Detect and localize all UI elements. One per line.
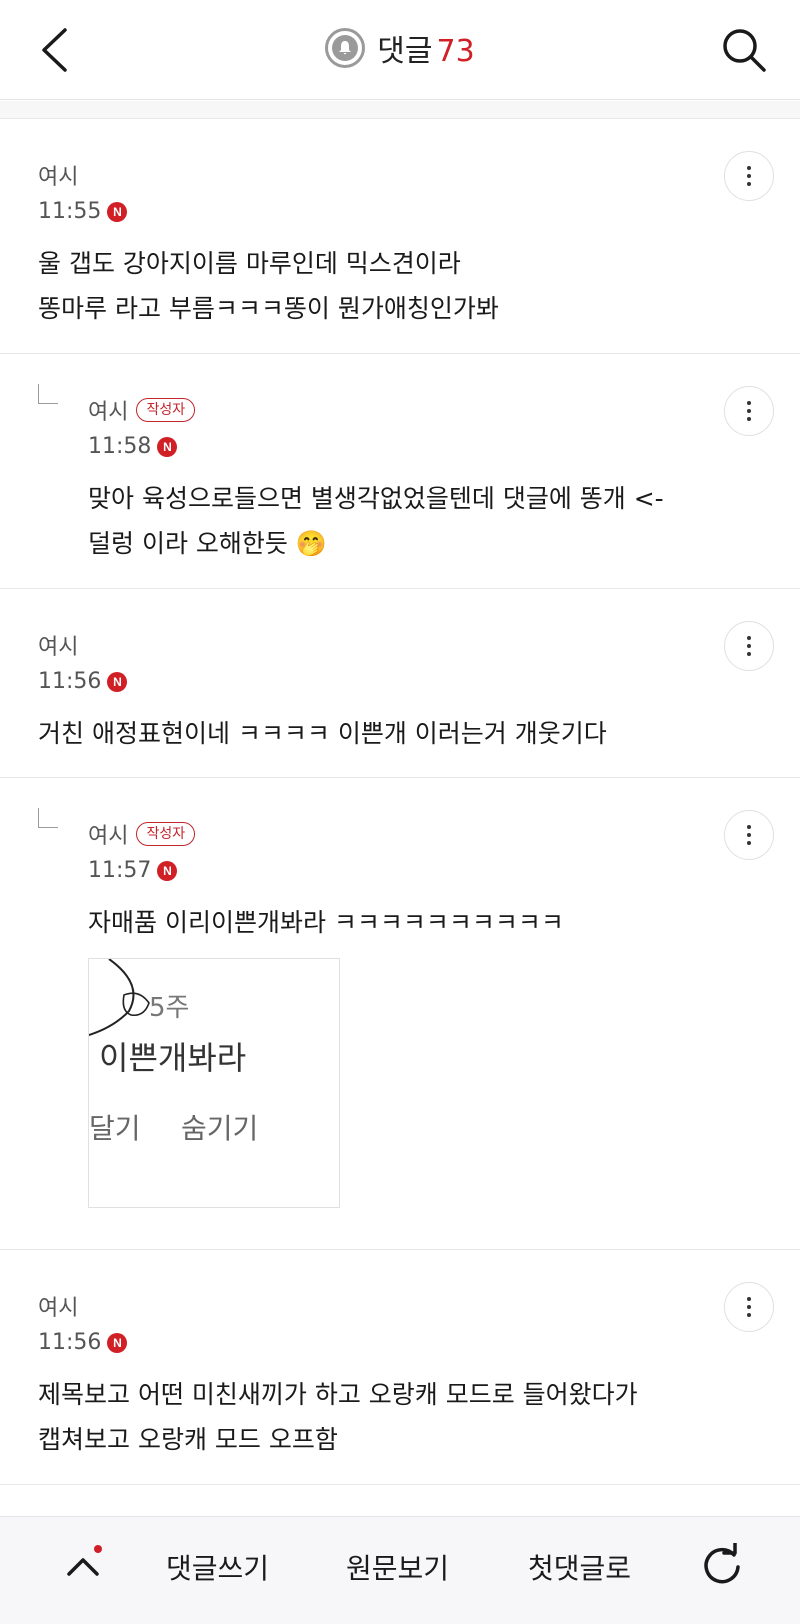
comment-time: 11:55 (38, 199, 102, 224)
image-text-line1: 5주 (149, 993, 190, 1023)
comment-item: 여시 11:55 N 울 갭도 강아지이름 마루인데 믹스견이라 똥마루 라고 … (0, 118, 800, 354)
comment-item: 여시 11:56 N 제목보고 어떤 미친새끼가 하고 오랑캐 모드로 들어왔다… (0, 1249, 800, 1485)
comment-image[interactable]: 5주 이쁜개봐라 달기 숨기기 (88, 958, 340, 1208)
comment-author-row: 여시 (38, 1290, 78, 1322)
first-comment-button[interactable]: 첫댓글로 (528, 1547, 631, 1587)
dot-icon (747, 166, 751, 170)
comment-text: 거친 애정표현이네 ㅋㅋㅋㅋ 이쁜개 이러는거 개웃기다 (38, 719, 607, 748)
notification-dot-icon (94, 1545, 102, 1553)
dot-icon (747, 1305, 751, 1309)
comment-author-row: 여시 작성자 (88, 818, 196, 850)
comment-author-row: 여시 작성자 (88, 394, 196, 426)
comment-time-row: 11:56 N (38, 1330, 128, 1355)
comment-time-row: 11:55 N (38, 199, 128, 224)
comment-author-row: 여시 (38, 159, 78, 191)
page-title: 댓글 73 (377, 26, 474, 70)
divider-strip (0, 101, 800, 119)
dot-icon (747, 409, 751, 413)
comment-text: 제목보고 어떤 미친새끼가 하고 오랑캐 모드로 들어왔다가 캡쳐보고 오랑캐 … (38, 1380, 638, 1454)
comment-count: 73 (436, 34, 475, 69)
comment-time: 11:57 (88, 858, 152, 883)
dot-icon (747, 841, 751, 845)
reply-item: 여시 작성자 11:57 N 자매품 이리이쁜개봐라 ㅋㅋㅋㅋㅋㅋㅋㅋㅋㅋ 5주… (0, 777, 800, 1250)
comment-author: 여시 (88, 400, 129, 425)
reply-indicator-icon (38, 384, 58, 404)
comment-text: 자매품 이리이쁜개봐라 ㅋㅋㅋㅋㅋㅋㅋㅋㅋㅋ (88, 908, 564, 937)
bottom-toolbar: 댓글쓰기 원문보기 첫댓글로 (0, 1516, 800, 1624)
dot-icon (747, 833, 751, 837)
more-options-button[interactable] (724, 810, 774, 860)
view-original-button[interactable]: 원문보기 (346, 1547, 449, 1587)
dot-icon (747, 644, 751, 648)
dot-icon (747, 636, 751, 640)
reply-indicator-icon (38, 808, 58, 828)
dot-icon (747, 174, 751, 178)
search-button[interactable] (716, 22, 772, 78)
more-options-button[interactable] (724, 151, 774, 201)
comment-author: 여시 (38, 635, 79, 660)
comment-time: 11:56 (38, 1330, 102, 1355)
dot-icon (747, 825, 751, 829)
new-badge-icon: N (107, 1332, 128, 1353)
comment-item: 여시 11:56 N 거친 애정표현이네 ㅋㅋㅋㅋ 이쁜개 이러는거 개웃기다 (0, 588, 800, 778)
new-badge-icon: N (157, 860, 178, 881)
more-options-button[interactable] (724, 386, 774, 436)
comment-time-row: 11:57 N (88, 858, 178, 883)
image-text-line2: 이쁜개봐라 (99, 1039, 247, 1077)
comment-author: 여시 (38, 165, 79, 190)
notification-bell-icon[interactable] (325, 28, 366, 68)
dot-icon (747, 417, 751, 421)
refresh-icon (704, 1543, 740, 1584)
new-badge-icon: N (107, 201, 128, 222)
dot-icon (747, 652, 751, 656)
comment-text: 맞아 육성으로들으면 별생각없었을텐데 댓글에 똥개 <- 덜렁 이라 오해한듯… (88, 484, 664, 558)
more-options-button[interactable] (724, 1282, 774, 1332)
header-title-group: 댓글 73 (0, 26, 800, 70)
comment-time: 11:58 (88, 434, 152, 459)
chevron-up-icon (67, 1558, 99, 1576)
back-button[interactable] (30, 22, 78, 78)
more-options-button[interactable] (724, 621, 774, 671)
comment-time-row: 11:56 N (38, 669, 128, 694)
image-text-action1: 달기 (89, 1112, 141, 1145)
refresh-button[interactable] (696, 1539, 748, 1591)
top-header: 댓글 73 (0, 0, 800, 100)
comment-time: 11:56 (38, 669, 102, 694)
comment-author: 여시 (38, 1296, 79, 1321)
dot-icon (747, 1313, 751, 1317)
comment-author-row: 여시 (38, 629, 78, 661)
dot-icon (747, 182, 751, 186)
dot-icon (747, 401, 751, 405)
reply-item: 여시 작성자 11:58 N 맞아 육성으로들으면 별생각없었을텐데 댓글에 똥… (0, 353, 800, 589)
comment-text: 울 갭도 강아지이름 마루인데 믹스견이라 똥마루 라고 부름ㅋㅋㅋ똥이 뭔가애… (38, 249, 499, 323)
scroll-up-button[interactable] (58, 1541, 108, 1591)
author-badge: 작성자 (136, 822, 196, 846)
new-badge-icon: N (157, 436, 178, 457)
comment-author: 여시 (88, 824, 129, 849)
search-icon (723, 29, 766, 72)
image-text-action2: 숨기기 (181, 1112, 259, 1145)
new-badge-icon: N (107, 671, 128, 692)
chevron-left-icon (42, 28, 67, 72)
write-comment-button[interactable]: 댓글쓰기 (166, 1547, 269, 1587)
author-badge: 작성자 (136, 398, 196, 422)
dot-icon (747, 1297, 751, 1301)
comment-time-row: 11:58 N (88, 434, 178, 459)
page-title-label: 댓글 (377, 34, 433, 69)
